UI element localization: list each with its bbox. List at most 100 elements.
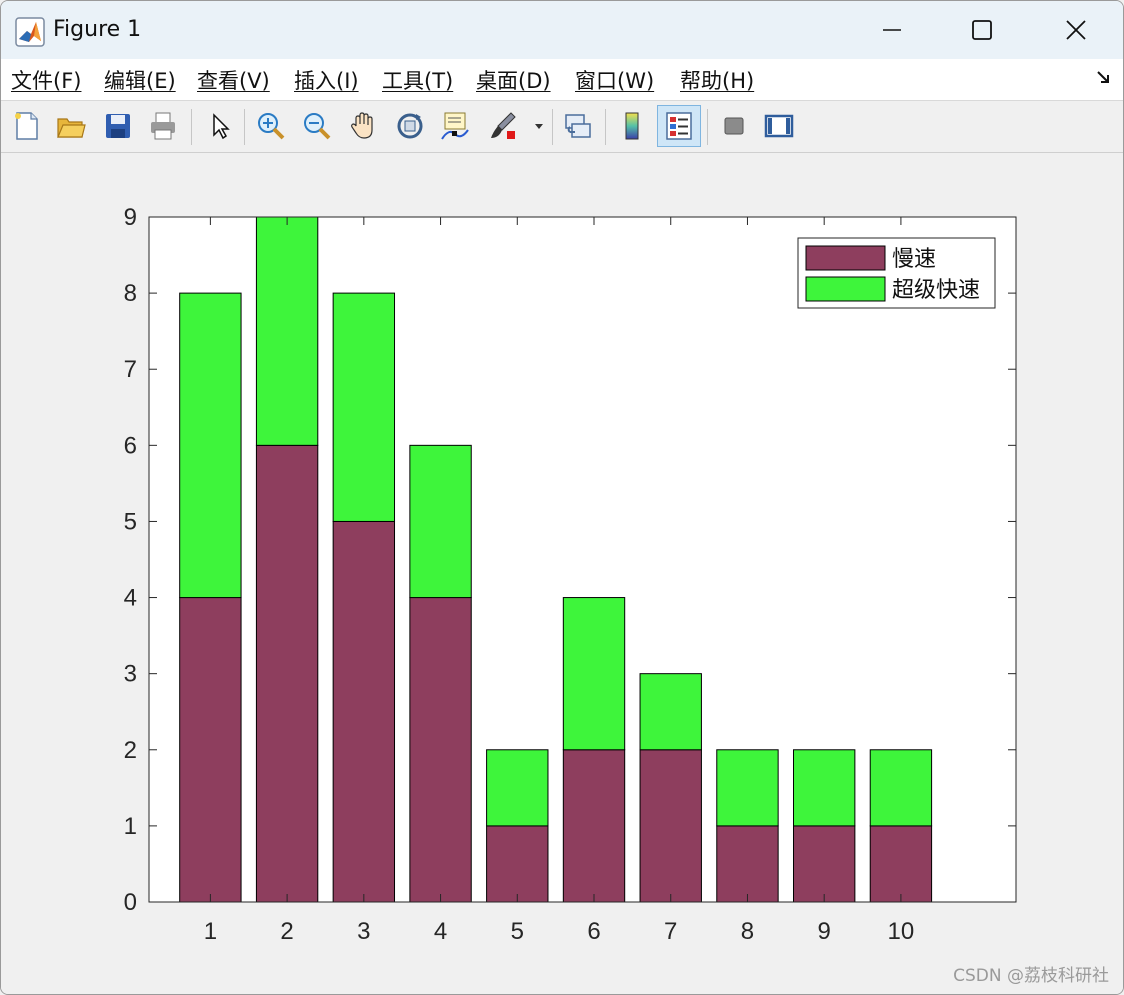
hide-plot-tools-button[interactable] [714,106,754,146]
bar-super-fast-6[interactable] [562,597,626,751]
rotate-3d-button[interactable] [390,106,430,146]
zoom-out-icon [304,113,331,140]
bar-slow-8[interactable] [716,825,779,903]
menu-edit[interactable]: 编辑(E) [104,65,176,95]
y-tick-label: 5 [124,508,137,535]
bar-super-fast-2[interactable] [255,216,319,446]
print-figure-button[interactable] [143,106,183,146]
minimize-icon [883,29,901,31]
dock-figure-icon[interactable] [1095,69,1113,87]
zoom-in-icon [258,113,285,140]
menu-tools[interactable]: 工具(T) [382,65,453,95]
rotate-3d-icon [397,113,423,139]
figure-toolbar [1,101,1123,153]
bar-super-fast-4[interactable] [409,444,472,599]
bar-super-fast-10[interactable] [869,749,933,827]
show-plot-tools-button[interactable] [759,106,799,146]
menu-insert[interactable]: 插入(I) [294,65,359,95]
bar-slow-7[interactable] [639,749,702,903]
bar-slow-4[interactable] [409,597,472,903]
bar-slow-9[interactable] [792,825,856,903]
menu-bar: 文件(F) 编辑(E) 查看(V) 插入(I) 工具(T) 桌面(D) 窗口(W… [1,59,1123,101]
menu-file[interactable]: 文件(F) [11,65,81,95]
stacked-bar-chart[interactable]: 0 1 2 3 4 5 6 7 8 9 1 2 3 4 5 6 7 8 9 10 慢速超级快速 [1,153,1123,994]
link-plot-icon [565,114,591,138]
data-cursor-icon [441,112,469,140]
edit-plot-button[interactable] [199,106,239,146]
brush-icon [491,112,516,139]
brush-dropdown-button[interactable] [531,106,547,146]
legend-label-super-fast: 超级快速 [892,278,980,303]
bar-slow-1[interactable] [179,597,242,903]
select-arrow-icon [213,113,230,140]
y-tick-label: 3 [124,661,137,688]
y-tick-label: 1 [124,813,137,840]
open-file-button[interactable] [51,106,91,146]
hide-plot-tools-icon [724,117,744,135]
pan-hand-icon [351,112,373,139]
bar-super-fast-1[interactable] [179,292,242,599]
y-tick-label: 6 [124,432,137,459]
x-tick-label: 1 [204,918,217,945]
bar-slow-2[interactable] [255,444,319,903]
x-tick-label: 10 [888,918,915,945]
link-plot-button[interactable] [558,106,598,146]
bar-super-fast-3[interactable] [332,292,396,522]
save-icon [106,114,130,138]
menu-desktop[interactable]: 桌面(D) [476,65,551,95]
menu-help[interactable]: 帮助(H) [680,65,754,95]
y-tick-label: 2 [124,737,137,764]
close-icon [1066,20,1086,40]
close-button[interactable] [1051,7,1101,53]
maximize-button[interactable] [957,7,1007,53]
save-figure-button[interactable] [98,106,138,146]
toolbar-separator [244,109,245,145]
data-cursor-button[interactable] [435,106,475,146]
new-figure-icon [15,112,38,140]
y-tick-label: 7 [124,356,137,383]
window-title: Figure 1 [53,17,142,42]
new-figure-button[interactable] [7,106,47,146]
watermark-text: CSDN @荔枝科研社 [953,966,1109,986]
x-tick-label: 8 [741,918,754,945]
colorbar-icon [625,112,639,140]
minimize-button[interactable] [867,7,917,53]
x-tick-label: 7 [664,918,677,945]
bar-super-fast-7[interactable] [639,673,702,751]
menu-view[interactable]: 查看(V) [197,65,270,95]
toolbar-separator [605,109,606,145]
matlab-logo-icon [15,17,45,47]
open-icon [57,118,86,138]
x-tick-label: 9 [818,918,831,945]
brush-button[interactable] [483,106,523,146]
print-icon [151,112,175,140]
bar-super-fast-5[interactable] [486,749,549,827]
pan-button[interactable] [343,106,383,146]
insert-colorbar-button[interactable] [612,106,652,146]
title-bar[interactable]: Figure 1 [1,1,1123,59]
x-tick-label: 3 [357,918,370,945]
legend-label-slow: 慢速 [892,247,936,272]
chevron-down-icon [535,124,543,129]
y-tick-label: 0 [124,889,137,916]
y-tick-label: 8 [124,280,137,307]
menu-window[interactable]: 窗口(W) [575,65,654,95]
toolbar-separator [191,109,192,145]
bar-slow-3[interactable] [332,520,396,903]
bar-super-fast-9[interactable] [792,749,856,827]
toolbar-separator [707,109,708,145]
bar-slow-5[interactable] [486,825,549,903]
show-plot-tools-icon [764,114,794,138]
y-tick-label: 9 [124,204,137,231]
insert-legend-button[interactable] [657,105,701,147]
zoom-out-button[interactable] [297,106,337,146]
bar-slow-6[interactable] [562,749,626,903]
zoom-in-button[interactable] [251,106,291,146]
bar-super-fast-8[interactable] [716,749,779,827]
x-tick-label: 2 [280,918,293,945]
legend-swatch-super-fast [805,276,886,302]
legend-swatch-slow [805,245,886,271]
bar-slow-10[interactable] [869,825,933,903]
x-tick-label: 4 [434,918,447,945]
y-tick-label: 4 [124,585,137,612]
